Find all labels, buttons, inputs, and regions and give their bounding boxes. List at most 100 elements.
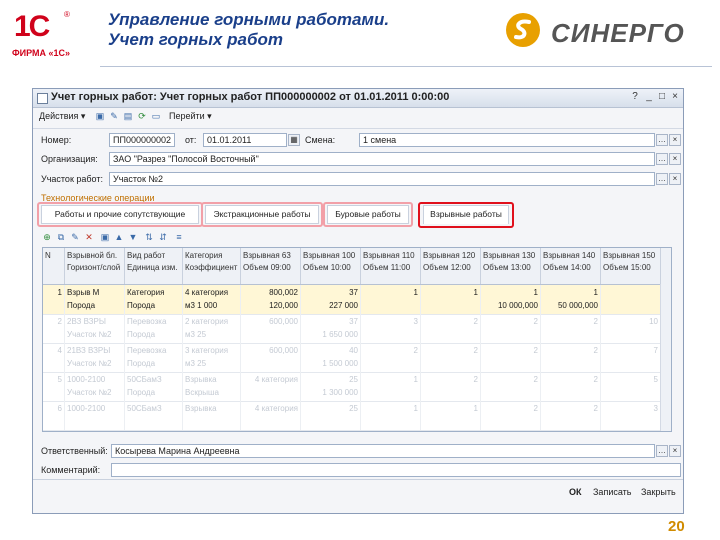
cell[interactable]: 50СБамЗ Порода bbox=[125, 372, 183, 401]
clear-icon[interactable]: × bbox=[669, 134, 681, 146]
cell[interactable]: 4 категория м3 1 000 bbox=[183, 285, 241, 314]
shift-field[interactable]: 1 смена bbox=[359, 133, 655, 147]
cell[interactable]: 1000-2100 Участок №2 bbox=[65, 372, 125, 401]
number-field[interactable]: ПП000000002 bbox=[109, 133, 175, 147]
cell[interactable]: 3 категория м3 25 bbox=[183, 343, 241, 372]
cell[interactable]: 4 категория bbox=[241, 372, 301, 401]
minimize-icon[interactable]: _ bbox=[643, 91, 655, 103]
refresh-icon[interactable]: ⟳ bbox=[137, 111, 147, 121]
delete-row-icon[interactable]: ✕ bbox=[84, 232, 94, 242]
cell[interactable]: 1 bbox=[421, 285, 481, 314]
ellipsis-icon[interactable]: … bbox=[656, 173, 668, 185]
cell[interactable]: 1 bbox=[361, 401, 421, 430]
cell[interactable]: 7 bbox=[601, 343, 661, 372]
goto-menu-button[interactable]: Перейти ▾ bbox=[169, 111, 212, 125]
table-row[interactable]: 4 21ВЗ ВЗРЫ Участок №2 Перевозка Порода 3 … bbox=[43, 343, 671, 373]
sort-desc-icon[interactable]: ⇵ bbox=[158, 232, 168, 242]
save-row-icon[interactable]: ▣ bbox=[100, 232, 110, 242]
tab-blasting[interactable]: Взрывные работы bbox=[423, 205, 509, 224]
cell[interactable]: 1 bbox=[361, 372, 421, 401]
cell[interactable]: 10 bbox=[601, 314, 661, 343]
cell[interactable]: 2 bbox=[541, 314, 601, 343]
column-header[interactable]: Категория Коэффициент bbox=[183, 248, 241, 284]
cell[interactable]: Взрывка Вскрыша bbox=[183, 372, 241, 401]
cell[interactable]: 5 bbox=[601, 372, 661, 401]
cell[interactable] bbox=[601, 285, 661, 314]
window-titlebar[interactable]: Учет горных работ: Учет горных работ ПП0… bbox=[33, 89, 683, 108]
cell[interactable]: 2 bbox=[421, 314, 481, 343]
tab-extraction[interactable]: Экстракционные работы bbox=[205, 205, 319, 224]
responsible-field[interactable]: Косырева Марина Андреевна bbox=[111, 444, 655, 458]
cell[interactable]: 2ВЗ ВЗРЫ Участок №2 bbox=[65, 314, 125, 343]
document-icon[interactable]: ▭ bbox=[151, 111, 161, 121]
cell[interactable]: 2 категория м3 25 bbox=[183, 314, 241, 343]
edit-icon[interactable]: ✎ bbox=[109, 111, 119, 121]
date-field[interactable]: 01.01.2011 bbox=[203, 133, 287, 147]
cell[interactable]: Перевозка Порода bbox=[125, 343, 183, 372]
cell[interactable]: 2 bbox=[541, 401, 601, 430]
calendar-icon[interactable]: ▦ bbox=[288, 134, 300, 146]
cell[interactable]: 1000-2100 bbox=[65, 401, 125, 430]
move-down-icon[interactable]: ▼ bbox=[128, 232, 138, 242]
save-icon[interactable]: ▣ bbox=[95, 111, 105, 121]
cell[interactable]: 25 1 300 000 bbox=[301, 372, 361, 401]
cell[interactable]: 3 bbox=[601, 401, 661, 430]
table-row[interactable]: 5 1000-2100 Участок №2 50СБамЗ Порода Взры… bbox=[43, 372, 671, 402]
cell[interactable]: 37 227 000 bbox=[301, 285, 361, 314]
cell[interactable]: 1 50 000,000 bbox=[541, 285, 601, 314]
column-header[interactable]: Взрывная 120 Объем 12:00 bbox=[421, 248, 481, 284]
edit-row-icon[interactable]: ✎ bbox=[70, 232, 80, 242]
cell[interactable]: 600,000 bbox=[241, 343, 301, 372]
column-header[interactable]: Взрывная 100 Объем 10:00 bbox=[301, 248, 361, 284]
copy-row-icon[interactable]: ⧉ bbox=[56, 232, 66, 242]
cell[interactable]: 1 10 000,000 bbox=[481, 285, 541, 314]
close-icon[interactable]: × bbox=[669, 91, 681, 103]
sort-asc-icon[interactable]: ⇅ bbox=[144, 232, 154, 242]
tab-drilling[interactable]: Буровые работы bbox=[327, 205, 409, 224]
column-header[interactable]: Вид работ Единица изм. bbox=[125, 248, 183, 284]
help-icon[interactable]: ? bbox=[629, 91, 641, 103]
cell[interactable]: 3 bbox=[361, 314, 421, 343]
organization-field[interactable]: ЗАО "Разрез "Полосой Восточный" bbox=[109, 152, 655, 166]
cell[interactable]: 2 bbox=[481, 372, 541, 401]
cell[interactable]: Взрыв М Порода bbox=[65, 285, 125, 314]
site-field[interactable]: Участок №2 bbox=[109, 172, 655, 186]
column-header[interactable]: Взрывная 140 Объем 14:00 bbox=[541, 248, 601, 284]
cell[interactable]: 2 bbox=[421, 343, 481, 372]
cell[interactable]: 2 bbox=[541, 343, 601, 372]
column-header[interactable]: Взрывная 63 Объем 09:00 bbox=[241, 248, 301, 284]
ok-button[interactable]: ОК bbox=[569, 487, 582, 501]
fill-icon[interactable]: ≡ bbox=[174, 232, 184, 242]
cell[interactable]: 25 bbox=[301, 401, 361, 430]
cell[interactable]: 2 bbox=[481, 401, 541, 430]
cell[interactable]: 21ВЗ ВЗРЫ Участок №2 bbox=[65, 343, 125, 372]
cell[interactable]: 4 категория bbox=[241, 401, 301, 430]
maximize-icon[interactable]: □ bbox=[656, 91, 668, 103]
table-row[interactable]: 1 Взрыв М Порода Категория Порода 4 катего… bbox=[43, 285, 671, 315]
save-button[interactable]: Записать bbox=[593, 487, 631, 501]
column-header[interactable]: Взрывная 130 Объем 13:00 bbox=[481, 248, 541, 284]
cell[interactable]: Взрывка bbox=[183, 401, 241, 430]
ellipsis-icon[interactable]: … bbox=[656, 134, 668, 146]
post-icon[interactable]: ▤ bbox=[123, 111, 133, 121]
column-header[interactable]: Взрывная 150 Объем 15:00 bbox=[601, 248, 661, 284]
cell[interactable]: 800,002 120,000 bbox=[241, 285, 301, 314]
cell[interactable]: 1 bbox=[421, 401, 481, 430]
close-button[interactable]: Закрыть bbox=[641, 487, 676, 501]
column-header[interactable]: Взрывной бл. Горизонт/слой bbox=[65, 248, 125, 284]
clear-icon[interactable]: × bbox=[669, 153, 681, 165]
cell[interactable]: 40 1 500 000 bbox=[301, 343, 361, 372]
table-row[interactable]: 6 1000-2100 50СБамЗ Взрывка 4 категория … bbox=[43, 401, 671, 431]
ellipsis-icon[interactable]: … bbox=[656, 445, 668, 457]
actions-menu-button[interactable]: Действия ▾ bbox=[39, 111, 85, 125]
cell[interactable]: 1 bbox=[361, 285, 421, 314]
cell[interactable]: 600,000 bbox=[241, 314, 301, 343]
cell[interactable]: 2 bbox=[541, 372, 601, 401]
column-header[interactable]: N bbox=[43, 248, 65, 284]
add-row-icon[interactable]: ⊕ bbox=[42, 232, 52, 242]
cell[interactable]: Категория Порода bbox=[125, 285, 183, 314]
cell[interactable]: 2 bbox=[481, 343, 541, 372]
cell[interactable]: 2 bbox=[481, 314, 541, 343]
cell[interactable]: 2 bbox=[421, 372, 481, 401]
ellipsis-icon[interactable]: … bbox=[656, 153, 668, 165]
